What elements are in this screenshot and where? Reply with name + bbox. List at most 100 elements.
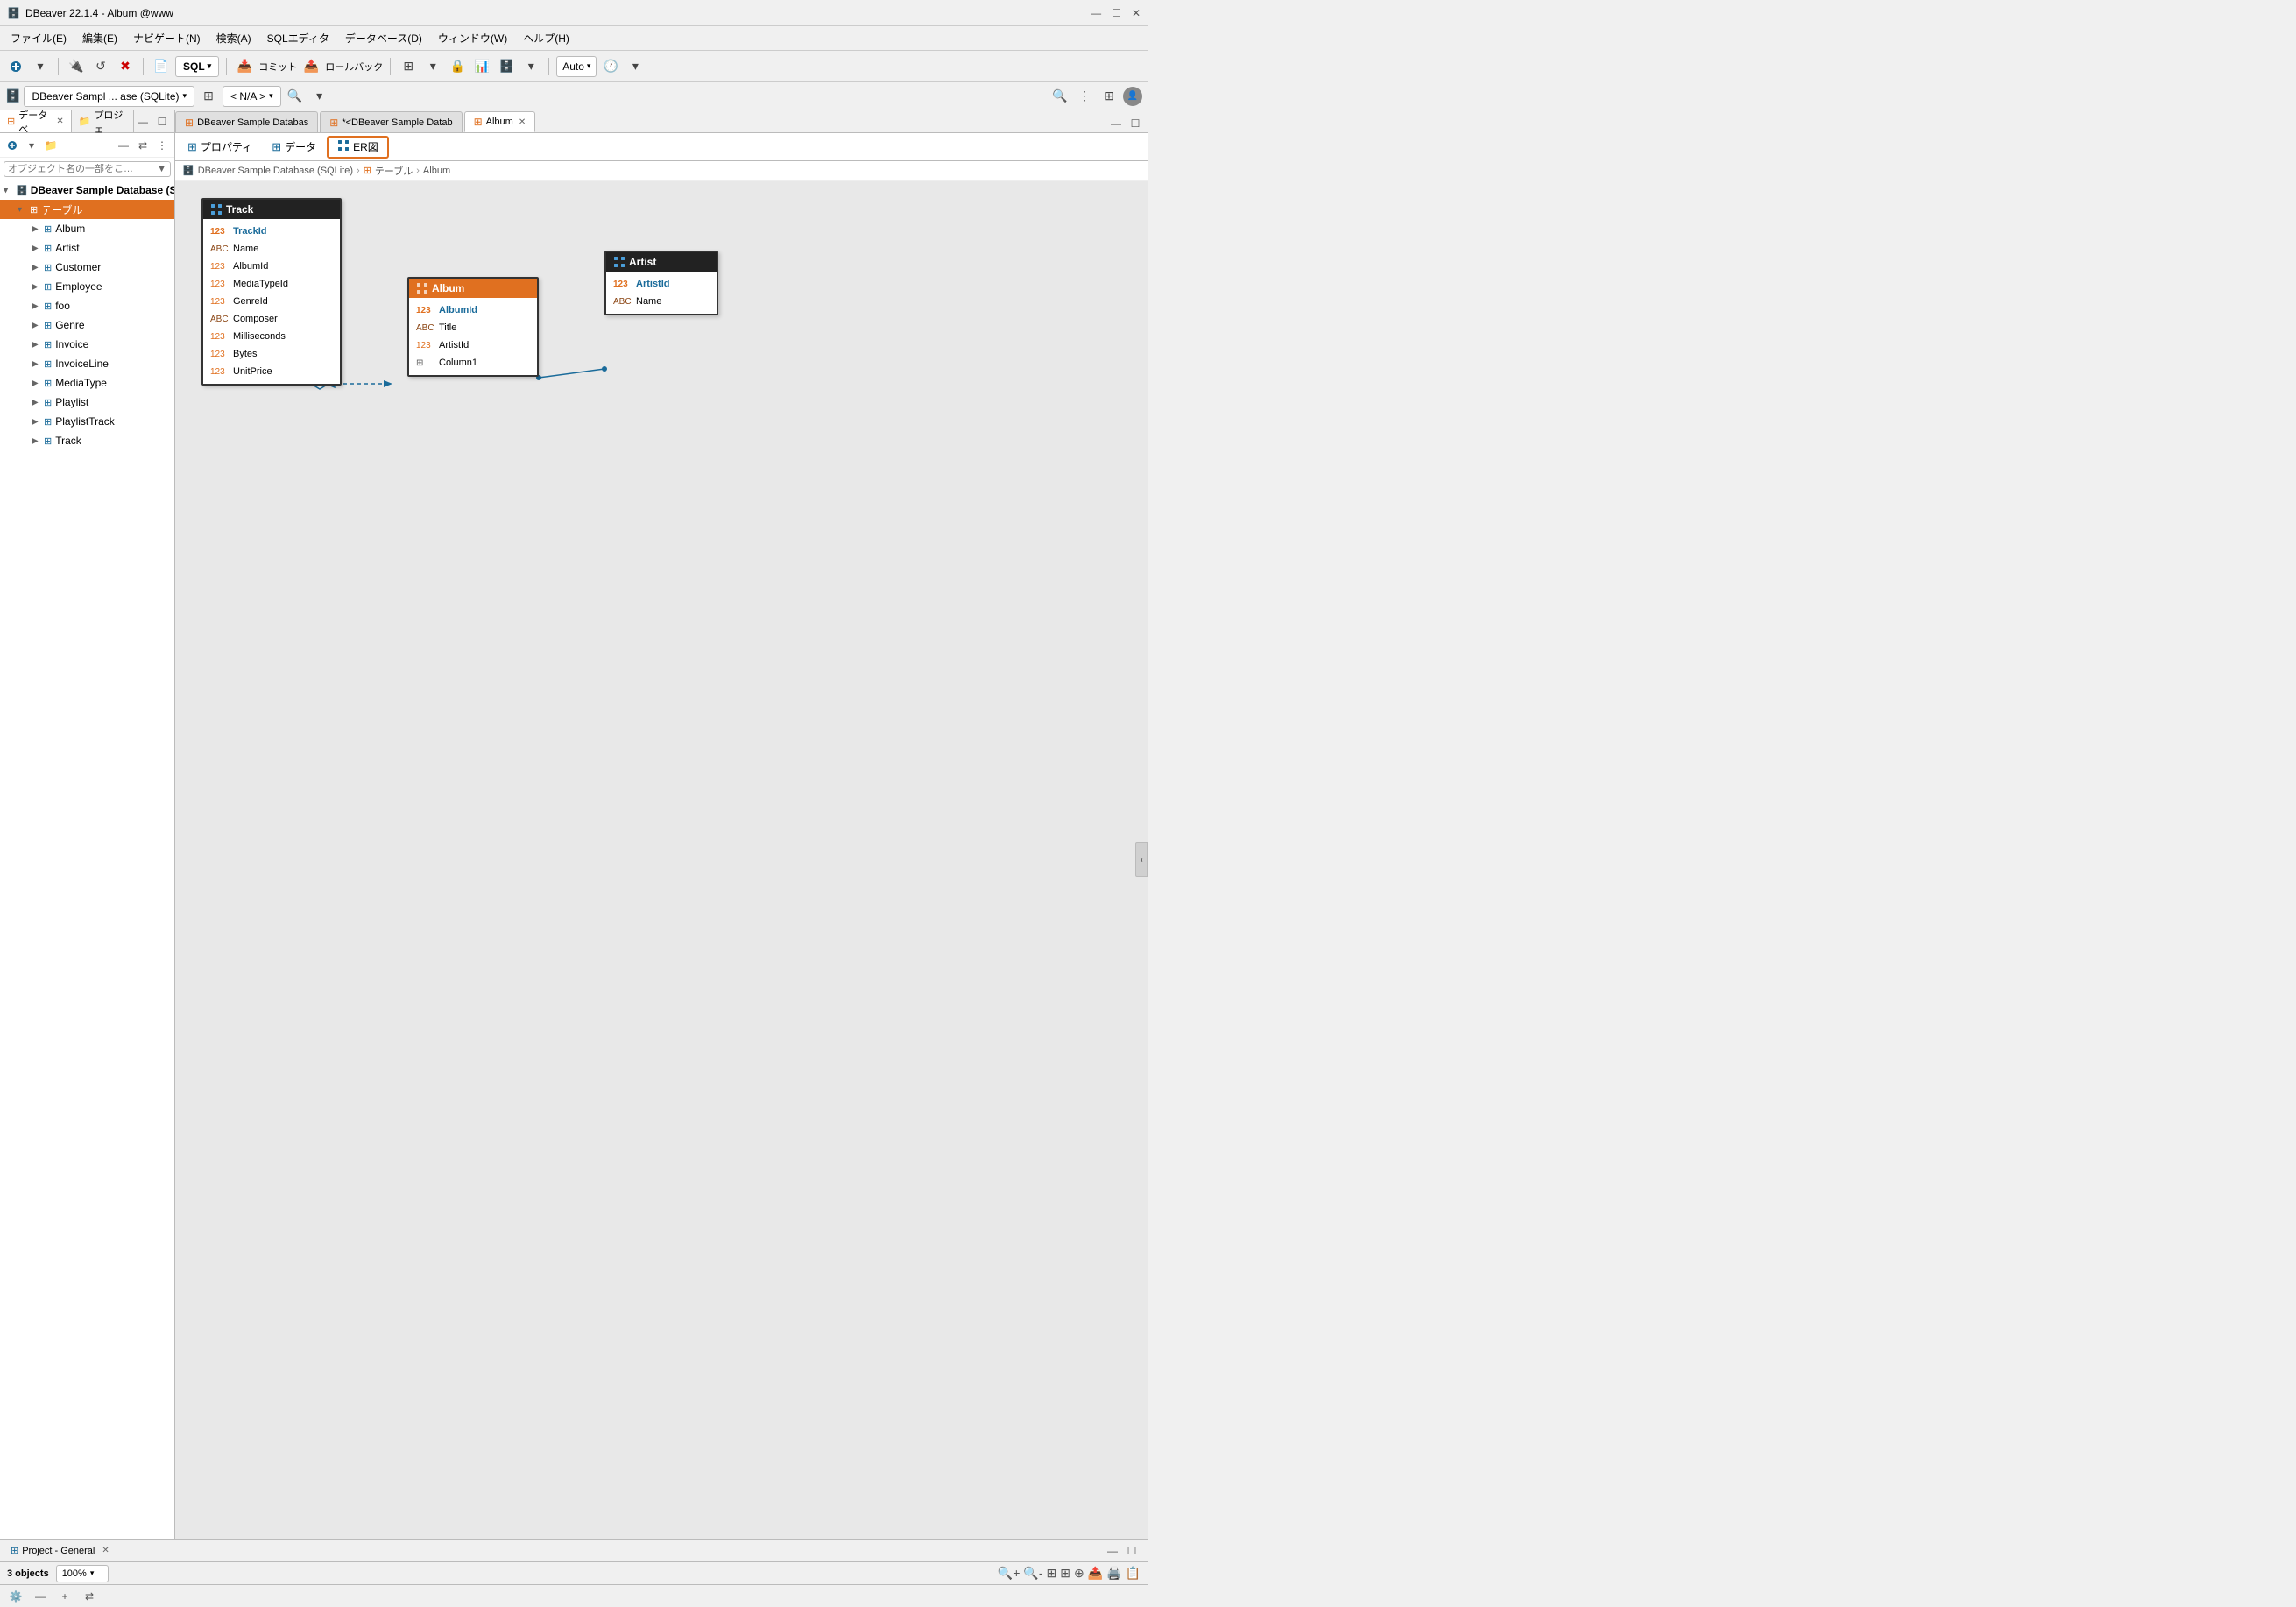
sub-tab-properties[interactable]: ⊞ プロパティ [179, 136, 261, 159]
project-general-tab[interactable]: ⊞ Project - General ✕ [4, 1540, 117, 1561]
layout-button[interactable]: ⊞ [1046, 1566, 1056, 1581]
er-table-album[interactable]: Album 123 AlbumId ABC Title 123 ArtistId [407, 277, 539, 377]
tree-item-tables[interactable]: ▾ ⊞ テーブル [0, 200, 174, 219]
avatar-button[interactable]: 👤 [1123, 87, 1142, 106]
project-sync-button[interactable]: ⇄ [81, 1588, 98, 1605]
search-chevron-button[interactable]: ▾ [309, 86, 330, 107]
album-tab-close[interactable]: ✕ [519, 117, 526, 127]
auto-dropdown[interactable]: Auto ▾ [556, 56, 597, 77]
zoom-out-button[interactable]: 🔍- [1023, 1566, 1042, 1581]
er-table-artist[interactable]: Artist 123 ArtistId ABC Name [604, 251, 718, 315]
panel-toolbar: ▾ 📁 — ⇄ ⋮ [0, 133, 174, 158]
sub-tab-er[interactable]: ER図 [327, 136, 389, 159]
project-add-button[interactable]: + [56, 1588, 74, 1605]
expand-button[interactable]: ⇄ [134, 137, 152, 154]
chevron-down-btn[interactable]: ▾ [23, 137, 40, 154]
collapse-button[interactable]: — [115, 137, 132, 154]
format-button[interactable]: ⊞ [398, 56, 419, 77]
tab-dbeaver-sample[interactable]: ⊞ DBeaver Sample Databas [175, 111, 318, 132]
lock-button[interactable]: 🔒 [447, 56, 468, 77]
tree-item-invoice[interactable]: ▶ ⊞ Invoice [0, 335, 174, 354]
grid-button[interactable]: ⊞ [1099, 86, 1120, 107]
tab-project[interactable]: 📁 プロジェ [72, 110, 134, 132]
panel-minimize-button[interactable]: — [134, 113, 152, 131]
search-input[interactable] [8, 164, 157, 174]
menu-window[interactable]: ウィンドウ(W) [431, 28, 514, 48]
editor-minimize-button[interactable]: — [1107, 115, 1125, 132]
er-canvas[interactable]: Track 123 TrackId ABC Name 123 AlbumId [175, 181, 1148, 1539]
maximize-button[interactable]: ☐ [1112, 7, 1121, 19]
tree-item-artist[interactable]: ▶ ⊞ Artist [0, 238, 174, 258]
zoom-selector[interactable]: 100% ▾ [56, 1565, 109, 1582]
new-item-button[interactable] [4, 137, 21, 154]
menu-file[interactable]: ファイル(E) [4, 28, 74, 48]
more-panel-button[interactable]: ⋮ [153, 137, 171, 154]
search-conn-button[interactable]: 🔍 [285, 86, 306, 107]
album-body: 123 AlbumId ABC Title 123 ArtistId ⊞ Col… [409, 298, 537, 375]
rollback-icon-button[interactable]: 📤 [300, 56, 321, 77]
more-button[interactable]: ▾ [520, 56, 541, 77]
close-button[interactable]: ✕ [1132, 7, 1141, 19]
export-button[interactable]: 📤 [1088, 1566, 1103, 1581]
conn-settings-button[interactable]: ⊞ [198, 86, 219, 107]
history-button[interactable]: 🕐 [600, 56, 621, 77]
tree-item-album[interactable]: ▶ ⊞ Album [0, 219, 174, 238]
editor-maximize-button[interactable]: ☐ [1127, 115, 1144, 132]
tree-item-invoiceline[interactable]: ▶ ⊞ InvoiceLine [0, 354, 174, 373]
tree-item-mediatype[interactable]: ▶ ⊞ MediaType [0, 373, 174, 393]
menu-help[interactable]: ヘルプ(H) [516, 28, 576, 48]
menu-database[interactable]: データベース(D) [338, 28, 429, 48]
tab-database[interactable]: ⊞ データベ ✕ [0, 110, 72, 132]
history-chevron[interactable]: ▾ [625, 56, 646, 77]
tree-item-track[interactable]: ▶ ⊞ Track [0, 431, 174, 450]
project-tab-close[interactable]: ✕ [102, 1546, 109, 1555]
tab-dbeaver-sample2[interactable]: ⊞ *<DBeaver Sample Datab [320, 111, 462, 132]
disconnect-button[interactable]: ✖ [115, 56, 136, 77]
folder-button[interactable]: 📁 [42, 137, 60, 154]
print-button[interactable]: 🖨️ [1106, 1566, 1121, 1581]
tree-item-customer[interactable]: ▶ ⊞ Customer [0, 258, 174, 277]
tree-item-employee[interactable]: ▶ ⊞ Employee [0, 277, 174, 296]
options-button[interactable]: ⋮ [1074, 86, 1095, 107]
dropdown-button[interactable]: ▾ [30, 56, 51, 77]
new-sql-button[interactable]: 📄 [151, 56, 172, 77]
align-button[interactable]: ⊕ [1074, 1566, 1084, 1581]
tree-item-genre[interactable]: ▶ ⊞ Genre [0, 315, 174, 335]
menu-navigate[interactable]: ナビゲート(N) [126, 28, 208, 48]
db-tab-close[interactable]: ✕ [56, 117, 63, 126]
connection-selector[interactable]: DBeaver Sampl ... ase (SQLite) ▾ [24, 86, 194, 107]
project-settings-button[interactable]: ⚙️ [7, 1588, 25, 1605]
minimize-button[interactable]: — [1091, 7, 1101, 19]
bottom-minimize-button[interactable]: — [1104, 1542, 1121, 1560]
er-table-track[interactable]: Track 123 TrackId ABC Name 123 AlbumId [201, 198, 342, 386]
panel-maximize-button[interactable]: ☐ [153, 113, 171, 131]
project-collapse-button[interactable]: — [32, 1588, 49, 1605]
stats-button[interactable]: 📊 [471, 56, 492, 77]
tree-item-foo[interactable]: ▶ ⊞ foo [0, 296, 174, 315]
filter-icon[interactable]: ▼ [157, 164, 166, 174]
invoiceline-icon: ⊞ [44, 358, 52, 370]
refresh-button[interactable]: ↺ [90, 56, 111, 77]
commit-icon-button[interactable]: 📥 [234, 56, 255, 77]
menu-search[interactable]: 検索(A) [209, 28, 258, 48]
global-search-button[interactable]: 🔍 [1049, 86, 1070, 107]
bottom-maximize-button[interactable]: ☐ [1123, 1542, 1141, 1560]
grid-toggle-button[interactable]: ⊞ [1060, 1566, 1070, 1581]
new-connection-button[interactable] [5, 56, 26, 77]
nav-selector[interactable]: < N/A > ▾ [223, 86, 281, 107]
menu-edit[interactable]: 編集(E) [75, 28, 124, 48]
tree-item-playlisttrack[interactable]: ▶ ⊞ PlaylistTrack [0, 412, 174, 431]
sql-dropdown[interactable]: SQL ▾ [175, 56, 219, 77]
db-button[interactable]: 🗄️ [496, 56, 517, 77]
tree-item-playlist[interactable]: ▶ ⊞ Playlist [0, 393, 174, 412]
collapse-right-button[interactable]: ‹ [1135, 842, 1148, 877]
menu-sql-editor[interactable]: SQLエディタ [260, 28, 336, 48]
zoom-in-button[interactable]: 🔍+ [998, 1566, 1021, 1581]
dropdown2-button[interactable]: ▾ [422, 56, 443, 77]
copy-button[interactable]: 📋 [1126, 1566, 1141, 1581]
tree-root-db[interactable]: ▾ 🗄️ DBeaver Sample Database (SQLite [0, 181, 174, 200]
tab-album[interactable]: ⊞ Album ✕ [464, 111, 536, 132]
proj-tab-icon: 📁 [79, 116, 91, 127]
sub-tab-data[interactable]: ⊞ データ [263, 136, 325, 159]
connect-button[interactable]: 🔌 [66, 56, 87, 77]
